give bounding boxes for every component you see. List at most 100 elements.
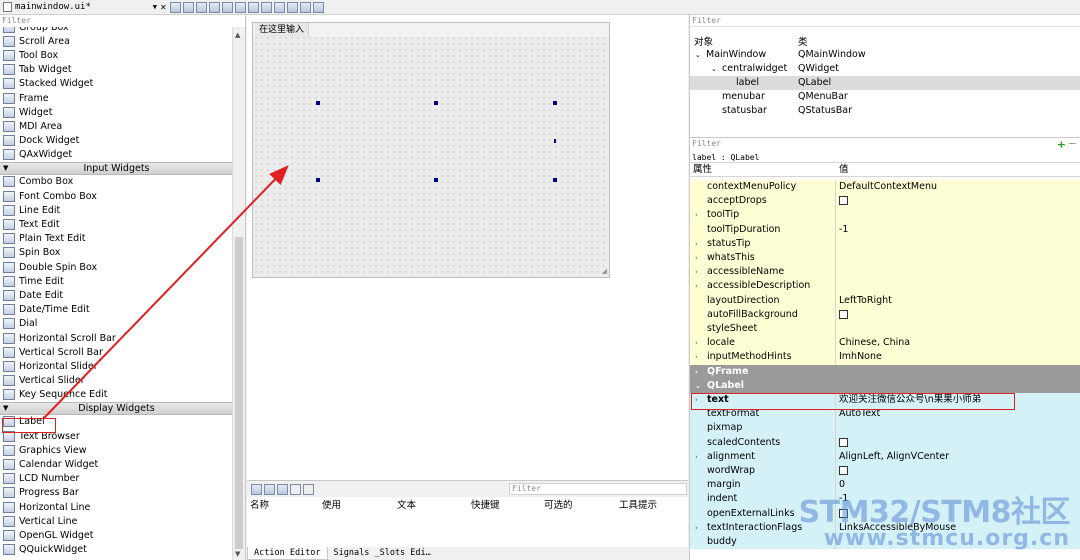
object-row-label[interactable]: label QLabel xyxy=(690,76,1080,90)
widget-item-tab-widget[interactable]: Tab Widget xyxy=(0,63,233,77)
object-row-statusbar[interactable]: statusbar QStatusBar xyxy=(690,104,1080,118)
widget-item-calendar-widget[interactable]: Calendar Widget xyxy=(0,457,233,471)
layout-form-icon[interactable] xyxy=(274,1,285,13)
object-row-centralwidget[interactable]: ⌄ centralwidget QWidget xyxy=(690,62,1080,76)
widget-item-frame[interactable]: Frame xyxy=(0,91,233,105)
property-row-layoutdirection[interactable]: layoutDirection LeftToRight xyxy=(690,293,1080,308)
adjust-size-icon[interactable] xyxy=(313,1,324,13)
column-header[interactable]: 工具提示 xyxy=(616,499,688,513)
property-value[interactable]: DefaultContextMenu xyxy=(837,180,1080,194)
widget-item-vertical-slider[interactable]: Vertical Slider xyxy=(0,374,233,388)
widget-item-text-edit[interactable]: Text Edit xyxy=(0,217,233,231)
checkbox[interactable] xyxy=(839,466,848,475)
menu-type-here[interactable]: 在这里输入 xyxy=(255,23,310,37)
edit-buddies-icon[interactable] xyxy=(196,1,207,13)
widget-item-date-time-edit[interactable]: Date/Time Edit xyxy=(0,303,233,317)
property-value[interactable] xyxy=(837,265,1080,279)
widget-item-tool-box[interactable]: Tool Box xyxy=(0,48,233,62)
column-header[interactable]: 使用 xyxy=(319,499,394,513)
property-row-qlabel[interactable]: ⌄ QLabel xyxy=(690,378,1080,393)
property-value[interactable] xyxy=(837,464,1080,478)
property-filter-input[interactable]: Filter xyxy=(690,138,1080,150)
widget-box-filter[interactable]: Filter xyxy=(0,15,245,27)
property-value[interactable] xyxy=(837,436,1080,450)
property-row-tooltipduration[interactable]: toolTipDuration -1 xyxy=(690,222,1080,237)
category-display-widgets[interactable]: ▼ Display Widgets xyxy=(0,401,233,415)
scroll-down-icon[interactable]: ▼ xyxy=(235,550,240,558)
property-value[interactable]: 0 xyxy=(837,478,1080,492)
property-value[interactable]: Chinese, China xyxy=(837,336,1080,350)
tab-action-editor[interactable]: Action Editor xyxy=(247,547,328,560)
property-row-wordwrap[interactable]: wordWrap xyxy=(690,464,1080,479)
property-value[interactable] xyxy=(837,322,1080,336)
scroll-up-icon[interactable]: ▲ xyxy=(235,31,240,39)
property-row-accessiblename[interactable]: › accessibleName xyxy=(690,265,1080,280)
main-window-form[interactable]: 在这里输入 ◢ xyxy=(252,22,610,278)
widget-item-plain-text-edit[interactable]: Plain Text Edit xyxy=(0,232,233,246)
widget-item-spin-box[interactable]: Spin Box xyxy=(0,246,233,260)
column-header[interactable]: 文本 xyxy=(394,499,468,513)
checkbox[interactable] xyxy=(839,437,848,447)
widget-item-group-box[interactable]: Group Box xyxy=(0,27,233,34)
layout-vertical-splitter-icon[interactable] xyxy=(261,1,272,13)
property-row-stylesheet[interactable]: styleSheet xyxy=(690,322,1080,337)
edit-tab-order-icon[interactable] xyxy=(209,1,220,13)
widget-item-qaxwidget[interactable]: QAxWidget xyxy=(0,148,233,162)
property-row-contextmenupolicy[interactable]: contextMenuPolicy DefaultContextMenu xyxy=(690,180,1080,195)
widget-item-date-edit[interactable]: Date Edit xyxy=(0,288,233,302)
property-value[interactable] xyxy=(837,251,1080,265)
widget-item-opengl-widget[interactable]: OpenGL Widget xyxy=(0,528,233,542)
widget-item-horizontal-scroll-bar[interactable]: Horizontal Scroll Bar xyxy=(0,331,233,345)
property-row-pixmap[interactable]: pixmap xyxy=(690,421,1080,436)
property-value[interactable]: AlignLeft, AlignVCenter xyxy=(837,450,1080,464)
form-menubar[interactable]: 在这里输入 xyxy=(253,23,609,37)
selection-handle[interactable] xyxy=(316,101,320,105)
chevron-down-icon[interactable]: ▼ xyxy=(153,3,157,11)
remove-property-icon[interactable]: − xyxy=(1068,138,1077,149)
widget-item-line-edit[interactable]: Line Edit xyxy=(0,203,233,217)
category-input-widgets[interactable]: ▼ Input Widgets xyxy=(0,161,233,175)
paste-action-icon[interactable] xyxy=(277,483,288,495)
column-header[interactable]: 名称 xyxy=(247,499,319,513)
property-row-scaledcontents[interactable]: scaledContents xyxy=(690,435,1080,450)
widget-item-stacked-widget[interactable]: Stacked Widget xyxy=(0,77,233,91)
widget-box-scrollbar[interactable]: ▲ ▼ xyxy=(232,27,245,560)
widget-item-vertical-scroll-bar[interactable]: Vertical Scroll Bar xyxy=(0,345,233,359)
edit-widgets-icon[interactable] xyxy=(170,1,181,13)
property-value[interactable]: LeftToRight xyxy=(837,294,1080,308)
widget-item-widget[interactable]: Widget xyxy=(0,105,233,119)
property-value[interactable] xyxy=(837,279,1080,293)
widget-item-dial[interactable]: Dial xyxy=(0,317,233,331)
property-value[interactable] xyxy=(837,421,1080,435)
object-row-mainwindow[interactable]: ⌄ MainWindow QMainWindow xyxy=(690,48,1080,62)
widget-item-vertical-line[interactable]: Vertical Line xyxy=(0,514,233,528)
property-row-tooltip[interactable]: › toolTip xyxy=(690,208,1080,223)
selection-handle[interactable] xyxy=(553,101,557,105)
widget-item-scroll-area[interactable]: Scroll Area xyxy=(0,34,233,48)
widget-item-lcd-number[interactable]: LCD Number xyxy=(0,472,233,486)
checkbox[interactable] xyxy=(839,196,848,206)
edit-signals-icon[interactable] xyxy=(183,1,194,13)
property-row-accessibledescription[interactable]: › accessibleDescription xyxy=(690,279,1080,294)
file-tab[interactable]: mainwindow.ui* ▼ xyxy=(0,0,160,14)
selection-handle[interactable] xyxy=(434,178,438,182)
column-header[interactable]: 可选的 xyxy=(541,499,616,513)
property-value[interactable] xyxy=(837,237,1080,251)
widget-item-mdi-area[interactable]: MDI Area xyxy=(0,119,233,133)
layout-grid-icon[interactable] xyxy=(287,1,298,13)
copy-action-icon[interactable] xyxy=(264,483,275,495)
new-action-icon[interactable] xyxy=(251,483,262,495)
object-filter-input[interactable]: Filter xyxy=(690,15,1080,27)
selection-handle[interactable] xyxy=(554,139,556,143)
property-value[interactable]: -1 xyxy=(837,223,1080,237)
property-row-margin[interactable]: margin 0 xyxy=(690,478,1080,493)
widget-item-dock-widget[interactable]: Dock Widget xyxy=(0,134,233,148)
widget-item-double-spin-box[interactable]: Double Spin Box xyxy=(0,260,233,274)
property-row-autofillbackground[interactable]: autoFillBackground xyxy=(690,307,1080,322)
property-row-qframe[interactable]: › QFrame xyxy=(690,364,1080,379)
tab-signals-slots-editor[interactable]: Signals _Slots Edi… xyxy=(328,547,437,560)
widget-item-qquickwidget[interactable]: QQuickWidget xyxy=(0,543,233,557)
configure-icon[interactable] xyxy=(303,483,314,495)
property-row-statustip[interactable]: › statusTip xyxy=(690,236,1080,251)
resize-grip-icon[interactable]: ◢ xyxy=(602,267,607,275)
